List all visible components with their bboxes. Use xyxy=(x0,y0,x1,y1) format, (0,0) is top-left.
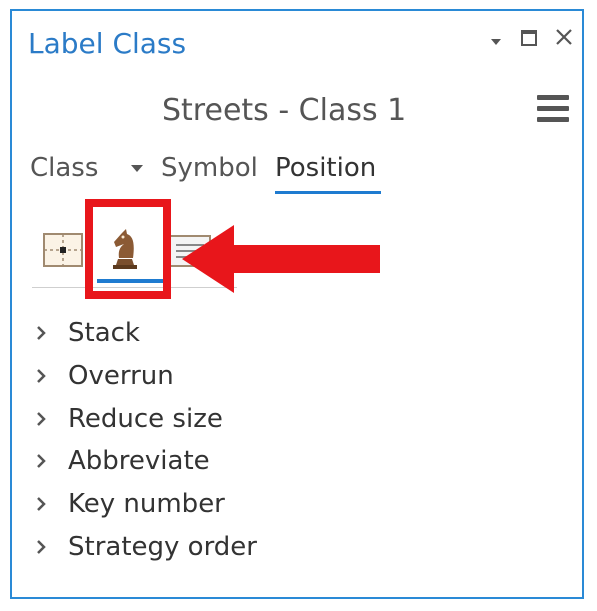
section-label: Reduce size xyxy=(68,404,223,434)
section-abbreviate[interactable]: Abbreviate xyxy=(32,443,210,479)
maximize-icon[interactable] xyxy=(520,29,538,47)
chevron-right-icon xyxy=(37,540,46,554)
pane-title: Label Class xyxy=(28,27,187,60)
annotation-highlight-box xyxy=(85,199,171,299)
section-label: Key number xyxy=(68,489,225,519)
tab-symbol[interactable]: Symbol xyxy=(161,153,258,183)
chevron-right-icon xyxy=(37,412,46,426)
active-tab-indicator xyxy=(275,191,381,194)
section-label: Abbreviate xyxy=(68,446,210,476)
section-stack[interactable]: Stack xyxy=(32,315,140,351)
close-icon[interactable] xyxy=(554,27,574,47)
section-overrun[interactable]: Overrun xyxy=(32,358,174,394)
hamburger-menu-icon[interactable] xyxy=(537,95,569,123)
chevron-right-icon xyxy=(37,454,46,468)
layer-class-name: Streets - Class 1 xyxy=(162,93,407,128)
pane-options-dropdown-icon[interactable] xyxy=(489,35,503,49)
label-class-pane: Label Class Streets - Class 1 Class Symb… xyxy=(10,9,584,599)
chevron-down-icon[interactable] xyxy=(131,165,143,172)
tab-position[interactable]: Position xyxy=(275,153,376,183)
chevron-right-icon xyxy=(37,497,46,511)
annotation-arrow-icon xyxy=(182,225,380,293)
placement-icon[interactable] xyxy=(42,231,86,276)
section-reduce-size[interactable]: Reduce size xyxy=(32,401,223,437)
section-strategy-order[interactable]: Strategy order xyxy=(32,529,257,565)
section-label: Stack xyxy=(68,318,140,348)
section-key-number[interactable]: Key number xyxy=(32,486,225,522)
chevron-right-icon xyxy=(37,369,46,383)
section-label: Overrun xyxy=(68,361,174,391)
chevron-right-icon xyxy=(37,326,46,340)
section-label: Strategy order xyxy=(68,532,257,562)
tab-class[interactable]: Class xyxy=(30,153,98,183)
tab-class-label: Class xyxy=(30,153,99,183)
